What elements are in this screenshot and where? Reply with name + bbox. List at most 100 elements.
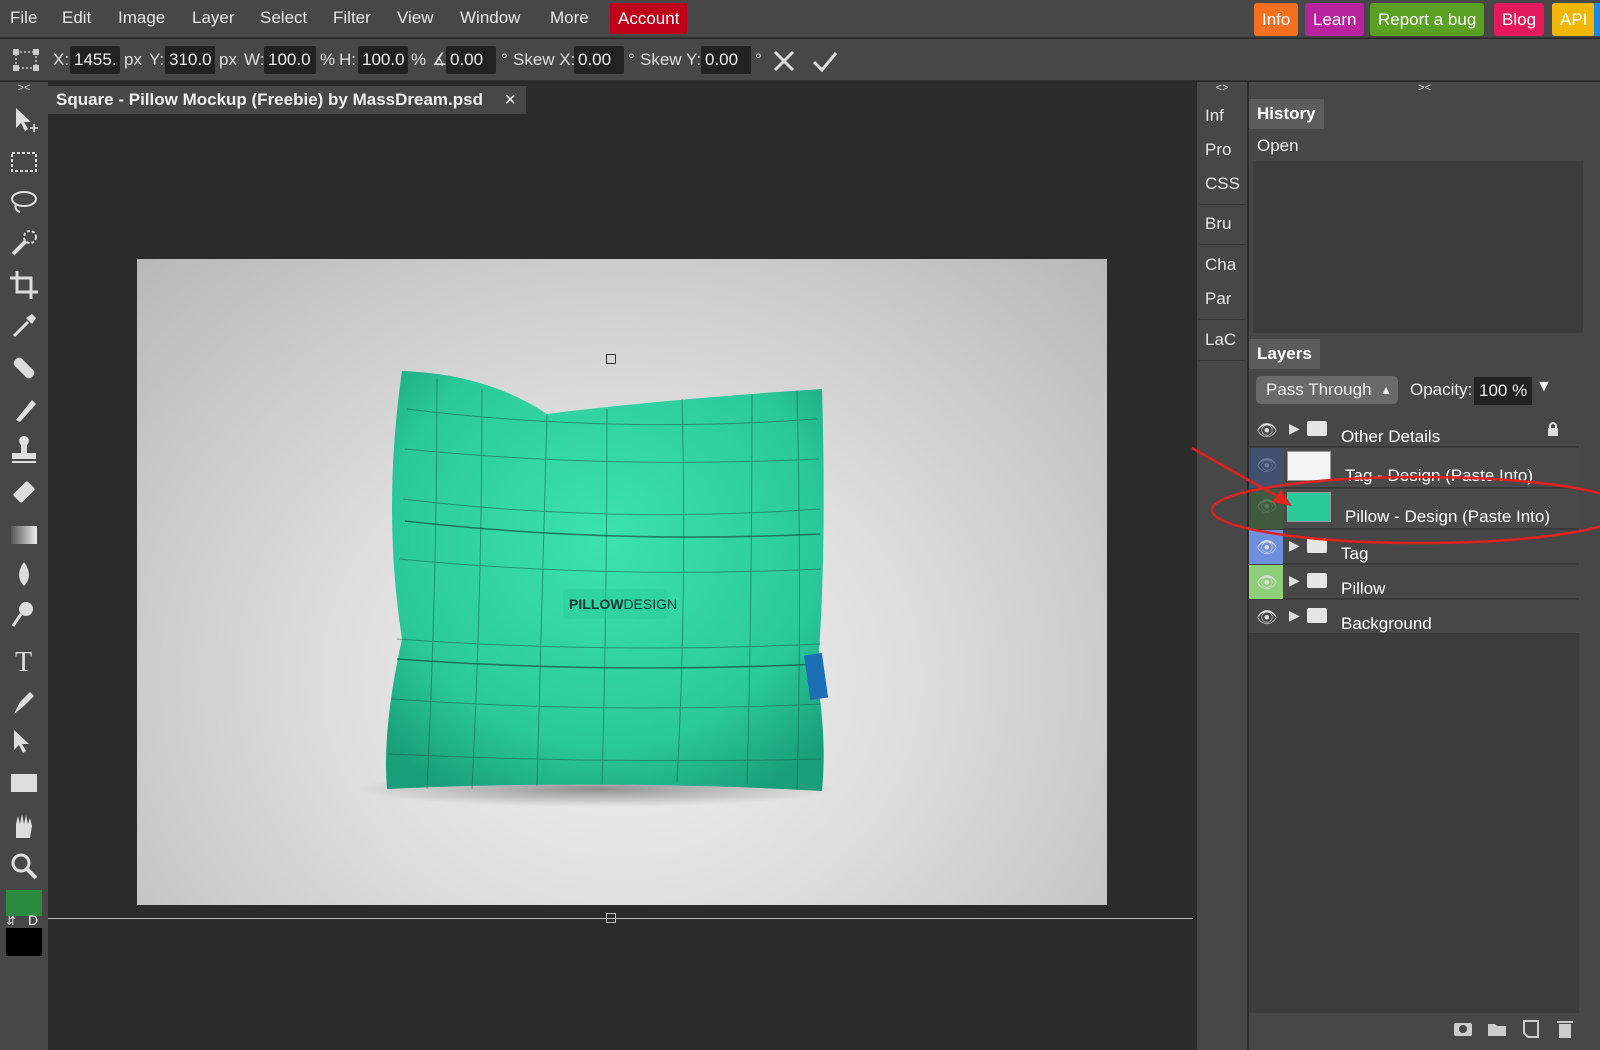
commit-transform-icon[interactable] xyxy=(811,48,839,74)
quick-select-tool-icon[interactable] xyxy=(6,226,42,262)
zoom-tool-icon[interactable] xyxy=(6,848,42,884)
y-input[interactable]: 310.0 xyxy=(165,46,215,74)
transform-handle-bottom[interactable] xyxy=(606,913,616,923)
brush-tool-icon[interactable] xyxy=(6,392,42,428)
left-collapse-toggle[interactable]: >< xyxy=(0,82,48,96)
history-list xyxy=(1253,131,1583,333)
expand-arrow-icon[interactable]: ▶ xyxy=(1289,607,1300,624)
expand-arrow-icon[interactable]: ▶ xyxy=(1289,572,1300,589)
panel-layer-comps-tab[interactable]: LaC xyxy=(1205,330,1236,350)
expand-arrow-icon[interactable]: ▶ xyxy=(1289,420,1300,437)
layer-row[interactable]: 👁 ▶ Tag xyxy=(1249,530,1579,564)
visibility-toggle[interactable]: 👁 xyxy=(1249,413,1283,447)
menu-more[interactable]: More xyxy=(550,0,589,36)
w-input[interactable]: 100.0 xyxy=(264,46,316,74)
account-button[interactable]: Account xyxy=(610,3,688,34)
layer-name: Background xyxy=(1341,614,1432,633)
eraser-tool-icon[interactable] xyxy=(6,474,42,510)
marquee-tool-icon[interactable] xyxy=(6,144,42,180)
document-tab[interactable]: Square - Pillow Mockup (Freebie) by Mass… xyxy=(48,86,526,114)
panel-css-tab[interactable]: CSS xyxy=(1205,174,1240,194)
close-tab-icon[interactable]: × xyxy=(504,86,516,114)
extra-badge-edge[interactable] xyxy=(1594,3,1600,36)
right-collapse-toggle[interactable]: >< xyxy=(1249,82,1600,94)
panel-brush-tab[interactable]: Bru xyxy=(1205,214,1231,234)
eye-icon: 👁 xyxy=(1256,573,1278,592)
background-color-swatch[interactable] xyxy=(6,928,42,956)
panel-properties-tab[interactable]: Pro xyxy=(1205,140,1231,160)
healing-tool-icon[interactable] xyxy=(6,350,42,386)
new-layer-icon[interactable] xyxy=(1520,1018,1542,1040)
trash-icon[interactable] xyxy=(1554,1018,1576,1040)
dodge-tool-icon[interactable] xyxy=(6,596,42,632)
layer-row[interactable]: 👁 Pillow - Design (Paste Into) xyxy=(1249,489,1579,529)
clone-stamp-tool-icon[interactable] xyxy=(6,432,42,468)
blog-badge[interactable]: Blog xyxy=(1494,3,1545,36)
layers-panel-tab[interactable]: Layers xyxy=(1249,339,1320,369)
mid-collapse-toggle[interactable]: <> xyxy=(1197,82,1247,94)
transform-handle-top[interactable] xyxy=(606,354,616,364)
skewy-input[interactable]: 0.00 xyxy=(701,46,751,74)
move-tool-icon[interactable] xyxy=(6,102,42,138)
mask-icon[interactable] xyxy=(1452,1018,1474,1040)
visibility-toggle[interactable]: 👁 xyxy=(1249,530,1283,564)
menu-image[interactable]: Image xyxy=(118,0,165,36)
layer-row[interactable]: 👁 ▶ Background xyxy=(1249,600,1579,634)
menu-filter[interactable]: Filter xyxy=(333,0,371,36)
learn-badge[interactable]: Learn xyxy=(1305,3,1365,36)
type-tool-icon[interactable]: T xyxy=(6,642,42,678)
history-panel-tab[interactable]: History xyxy=(1249,99,1324,129)
menu-window[interactable]: Window xyxy=(460,0,520,36)
new-folder-icon[interactable] xyxy=(1486,1018,1508,1040)
hand-tool-icon[interactable] xyxy=(6,808,42,844)
skewx-unit: ° xyxy=(628,50,635,69)
visibility-toggle[interactable]: 👁 xyxy=(1249,448,1283,488)
menu-file[interactable]: File xyxy=(10,0,37,36)
layer-row[interactable]: 👁 ▶ Pillow xyxy=(1249,565,1579,599)
layer-name: Other Details xyxy=(1341,427,1441,446)
info-badge[interactable]: Info xyxy=(1254,3,1299,36)
opacity-dropdown-icon[interactable]: ▼ xyxy=(1536,378,1552,396)
shape-tool-icon[interactable] xyxy=(6,764,42,800)
skewx-input[interactable]: 0.00 xyxy=(574,46,624,74)
report-bug-badge[interactable]: Report a bug xyxy=(1370,3,1485,36)
swap-colors-icon[interactable]: ⇵ xyxy=(6,914,16,928)
cancel-transform-icon[interactable] xyxy=(771,48,797,74)
gradient-tool-icon[interactable] xyxy=(6,516,42,552)
y-label: Y: xyxy=(149,50,165,69)
menu-view[interactable]: View xyxy=(397,0,434,36)
blur-tool-icon[interactable] xyxy=(6,556,42,592)
crop-tool-icon[interactable] xyxy=(6,267,42,303)
h-unit: % xyxy=(411,50,427,69)
history-item[interactable]: Open xyxy=(1253,131,1583,161)
h-input[interactable]: 100.0 xyxy=(358,46,408,74)
menu-bar: File Edit Image Layer Select Filter View… xyxy=(0,0,1600,38)
eyedropper-tool-icon[interactable] xyxy=(6,308,42,344)
layer-row[interactable]: 👁 ▶ Other Details xyxy=(1249,413,1579,447)
angle-unit: ° xyxy=(501,50,508,69)
tool-options-bar: X: 1455. px Y: 310.0 px W: 100.0 % H: 10… xyxy=(0,39,1600,81)
api-badge[interactable]: API xyxy=(1552,3,1596,36)
pen-tool-icon[interactable] xyxy=(6,684,42,720)
visibility-toggle[interactable]: 👁 xyxy=(1249,565,1283,599)
panel-info-tab[interactable]: Inf xyxy=(1205,106,1224,126)
layer-row[interactable]: 👁 Tag - Design (Paste Into) xyxy=(1249,448,1579,488)
chevron-updown-icon: ▲ xyxy=(1380,383,1392,397)
lasso-tool-icon[interactable] xyxy=(6,185,42,221)
eye-icon: 👁 xyxy=(1256,608,1278,627)
visibility-toggle[interactable]: 👁 xyxy=(1249,600,1283,634)
expand-arrow-icon[interactable]: ▶ xyxy=(1289,537,1300,554)
menu-layer[interactable]: Layer xyxy=(192,0,235,36)
menu-select[interactable]: Select xyxy=(260,0,307,36)
angle-input[interactable]: 0.00 xyxy=(446,46,496,74)
x-input[interactable]: 1455. xyxy=(70,46,120,74)
default-colors-button[interactable]: D xyxy=(28,912,38,928)
opacity-input[interactable]: 100 % xyxy=(1474,377,1533,405)
panel-character-tab[interactable]: Cha xyxy=(1205,255,1236,275)
image-canvas[interactable]: PILLOWDESIGN xyxy=(137,259,1107,905)
panel-paragraph-tab[interactable]: Par xyxy=(1205,289,1231,309)
path-select-tool-icon[interactable] xyxy=(6,724,42,760)
menu-edit[interactable]: Edit xyxy=(62,0,91,36)
visibility-toggle[interactable]: 👁 xyxy=(1249,489,1283,529)
blend-mode-select[interactable]: Pass Through ▲ xyxy=(1256,376,1398,404)
